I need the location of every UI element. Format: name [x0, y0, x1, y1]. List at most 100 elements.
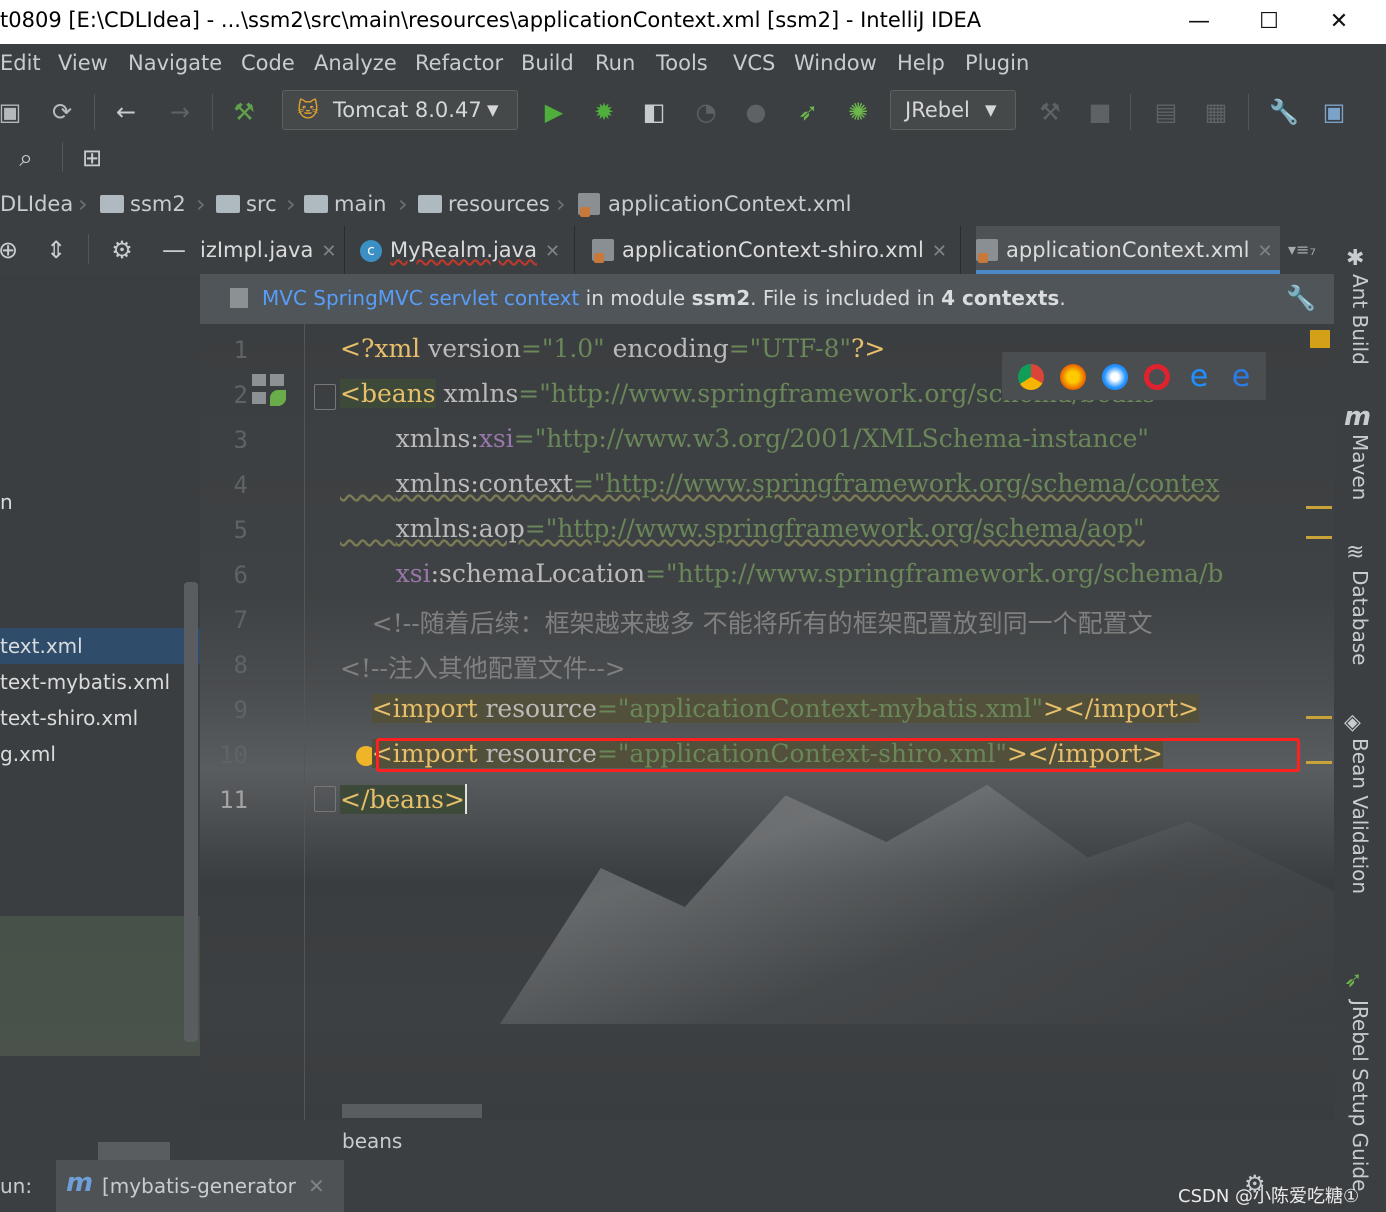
attach-icon[interactable]: ●: [740, 98, 772, 126]
tree-item[interactable]: g.xml: [0, 742, 56, 766]
menu-build[interactable]: Build: [521, 51, 574, 75]
tool-jrebel-setup-guide[interactable]: JRebel Setup Guide: [1348, 1000, 1372, 1191]
run-tab[interactable]: m [mybatis-generator ✕: [56, 1160, 344, 1212]
tab-applicationcontext-shiro[interactable]: applicationContext-shiro.xml ✕: [592, 226, 961, 274]
menu-view[interactable]: View: [58, 51, 108, 75]
jrebel-run-icon[interactable]: ➶: [792, 98, 824, 126]
menu-code[interactable]: Code: [241, 51, 295, 75]
tree-item-selected[interactable]: text.xml: [0, 634, 83, 658]
tool-bean-validation[interactable]: Bean Validation: [1348, 738, 1372, 894]
menu-tools[interactable]: Tools: [656, 51, 708, 75]
breadcrumb-item[interactable]: DLIdea: [0, 192, 73, 216]
breadcrumb-item[interactable]: resources: [418, 192, 550, 216]
back-icon[interactable]: ←: [110, 98, 142, 126]
edge-icon[interactable]: e: [1228, 362, 1254, 392]
error-stripe-marker[interactable]: [1306, 506, 1332, 509]
chevron-right-icon: ›: [286, 190, 296, 218]
hammer-disabled-icon[interactable]: ⚒: [1034, 98, 1066, 126]
tree-item[interactable]: text-shiro.xml: [0, 706, 138, 730]
debug-icon[interactable]: ✹: [588, 98, 620, 126]
tab-overflow-icon[interactable]: ▾≡₇: [1288, 226, 1316, 274]
breadcrumb-item[interactable]: src: [216, 192, 277, 216]
menu-edit[interactable]: Edit: [0, 51, 41, 75]
close-button[interactable]: ✕: [1316, 6, 1362, 38]
minimize-button[interactable]: —: [1176, 6, 1222, 38]
run-config-select[interactable]: 🐱 Tomcat 8.0.47 ▼: [282, 90, 518, 130]
build-hammer-icon[interactable]: ⚒: [228, 98, 260, 126]
inspection-status-icon[interactable]: [1310, 330, 1330, 348]
notice-text: .: [1059, 286, 1066, 310]
code-line: <!--随着后续：框架越来越多 不能将所有的框架配置放到同一个配置文: [340, 609, 1153, 638]
fold-marker-icon[interactable]: [314, 786, 336, 812]
close-tab-icon[interactable]: ✕: [545, 241, 560, 262]
project-structure-icon[interactable]: ▣: [1318, 98, 1350, 126]
structure-crumb[interactable]: beans: [342, 1129, 402, 1153]
project-panel-header: ⊕ ⇕ ⚙ —: [0, 226, 200, 276]
tab-applicationcontext-active[interactable]: applicationContext.xml ✕: [976, 226, 1280, 274]
configure-wrench-icon[interactable]: 🔧: [1286, 284, 1316, 312]
vcs-update-icon[interactable]: ▤: [1150, 98, 1182, 126]
close-tab-icon[interactable]: ✕: [321, 241, 336, 262]
code-editor[interactable]: 1 2 3 4 5 6 7 8 9 10 11 <?xml version="1…: [200, 324, 1334, 1120]
project-hscrollbar[interactable]: [98, 1142, 170, 1160]
run-config-label: Tomcat 8.0.47: [333, 98, 482, 122]
tool-ant-build[interactable]: Ant Build: [1348, 274, 1372, 365]
internet-explorer-icon[interactable]: e: [1186, 362, 1212, 392]
tool-maven[interactable]: Maven: [1348, 434, 1372, 500]
project-scrollbar[interactable]: [184, 582, 198, 1042]
chrome-icon[interactable]: [1018, 364, 1044, 390]
breadcrumb-item[interactable]: applicationContext.xml: [578, 192, 852, 217]
maven-icon: m: [1344, 402, 1372, 432]
tree-item[interactable]: text-mybatis.xml: [0, 670, 170, 694]
context-link[interactable]: MVC SpringMVC servlet context: [262, 286, 579, 310]
tab-myrealm[interactable]: c MyRealm.java ✕: [360, 226, 575, 274]
error-stripe-marker[interactable]: [1306, 536, 1332, 539]
settings-wrench-icon[interactable]: 🔧: [1268, 98, 1300, 126]
menu-analyze[interactable]: Analyze: [314, 51, 397, 75]
jrebel-select[interactable]: JRebel ▼: [890, 90, 1016, 130]
resources-folder-icon: [418, 195, 442, 213]
error-stripe-marker[interactable]: [1306, 716, 1332, 719]
tree-item[interactable]: n: [0, 490, 13, 514]
collapse-all-icon[interactable]: ⇕: [40, 236, 72, 264]
coverage-icon[interactable]: ◧: [638, 98, 670, 126]
jrebel-debug-icon[interactable]: ✺: [842, 98, 874, 126]
vcs-commit-icon[interactable]: ▦: [1200, 98, 1232, 126]
structure-icon[interactable]: ⊞: [76, 144, 108, 172]
tool-database[interactable]: Database: [1348, 570, 1372, 665]
menu-refactor[interactable]: Refactor: [415, 51, 503, 75]
menu-vcs[interactable]: VCS: [733, 51, 775, 75]
profile-icon[interactable]: ◔: [690, 98, 722, 126]
notice-text: . File is included in: [750, 286, 942, 310]
error-stripe-marker[interactable]: [1306, 761, 1332, 764]
gear-icon[interactable]: ⚙: [106, 236, 138, 264]
spring-bean-icon[interactable]: [252, 374, 286, 408]
search-icon[interactable]: ⌕: [10, 144, 42, 172]
menu-run[interactable]: Run: [595, 51, 635, 75]
tab-bizimpl[interactable]: izImpl.java ✕: [200, 226, 345, 274]
close-tab-icon[interactable]: ✕: [308, 1174, 325, 1198]
close-tab-icon[interactable]: ✕: [1258, 241, 1273, 262]
close-tab-icon[interactable]: ✕: [932, 241, 947, 262]
safari-icon[interactable]: [1102, 364, 1128, 390]
stop-icon[interactable]: ■: [1084, 98, 1116, 126]
locate-icon[interactable]: ⊕: [0, 236, 24, 264]
breadcrumb-item[interactable]: ssm2: [100, 192, 186, 216]
run-icon[interactable]: ▶: [538, 98, 570, 126]
menu-navigate[interactable]: Navigate: [128, 51, 222, 75]
editor-hscrollbar[interactable]: [342, 1104, 482, 1118]
menu-window[interactable]: Window: [794, 51, 877, 75]
menu-help[interactable]: Help: [897, 51, 945, 75]
code-line: <import resource="applicationContext-myb…: [371, 694, 1199, 723]
fold-marker-icon[interactable]: [314, 384, 336, 410]
hide-panel-icon[interactable]: —: [158, 236, 190, 264]
forward-icon[interactable]: →: [164, 98, 196, 126]
breadcrumb-item[interactable]: main: [304, 192, 386, 216]
firefox-icon[interactable]: [1060, 364, 1086, 390]
sync-icon[interactable]: ⟳: [46, 98, 78, 126]
save-icon[interactable]: ▣: [0, 98, 26, 126]
opera-icon[interactable]: [1144, 364, 1170, 390]
maximize-button[interactable]: ☐: [1246, 6, 1292, 38]
line-number: 6: [233, 561, 248, 589]
menu-plugin[interactable]: Plugin: [965, 51, 1029, 75]
